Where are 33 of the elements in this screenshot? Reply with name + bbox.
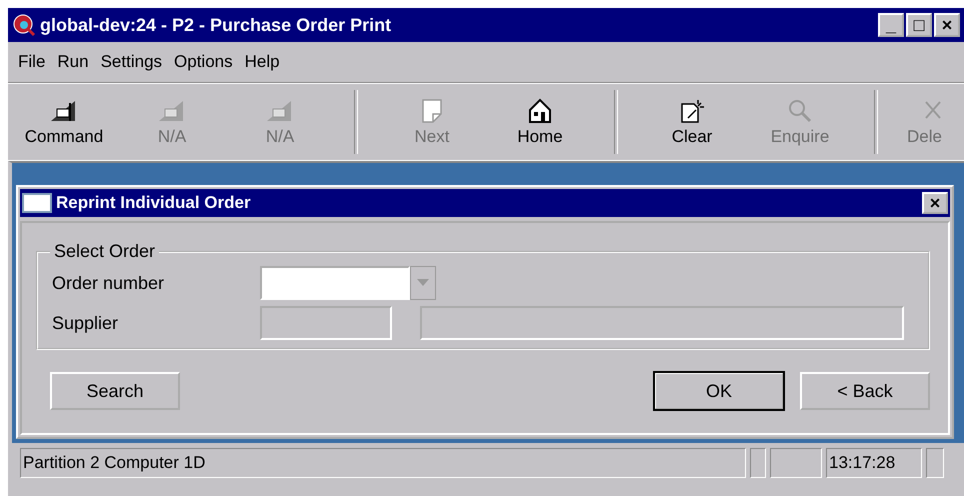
magnifier-icon [787,98,813,124]
toolbar-button[interactable]: Clear [638,84,746,160]
new-page-icon [679,98,705,124]
status-panel [926,448,944,478]
menu-item[interactable]: Options [170,52,241,72]
menu-item[interactable]: Help [240,52,288,72]
close-button[interactable]: × [934,13,960,37]
toolbar-button[interactable]: Command [10,84,118,160]
status-message: Partition 2 Computer 1D [20,448,746,478]
home-icon [528,98,552,124]
toolbar-button[interactable]: Home [486,84,594,160]
dialog-button[interactable]: OK [654,372,784,410]
page-icon [420,98,444,124]
window-title: global-dev:24 - P2 - Purchase Order Print [40,14,392,36]
status-panel [750,448,766,478]
window-icon [22,193,52,213]
dialog-button[interactable]: Search [50,372,180,410]
status-panel [770,448,822,478]
menu-item[interactable]: Run [53,52,97,72]
menu-item[interactable]: File [14,52,54,72]
globe-magnifier-icon [12,13,36,37]
close-button[interactable]: × [922,192,948,214]
status-clock: 13:17:28 [826,448,922,478]
field-label: Order number [52,272,166,294]
menu-item[interactable]: Settings [96,52,170,72]
order-number-field[interactable] [260,266,410,300]
group-title: Select Order [53,241,156,262]
dropdown-arrow-icon[interactable] [417,279,429,287]
dialog-button[interactable]: < Back [800,372,930,410]
dialog-title: Reprint Individual Order [56,193,252,213]
maximize-button[interactable]: □ [906,13,932,37]
minimize-button[interactable]: _ [878,13,904,37]
field-label: Supplier [52,312,120,334]
